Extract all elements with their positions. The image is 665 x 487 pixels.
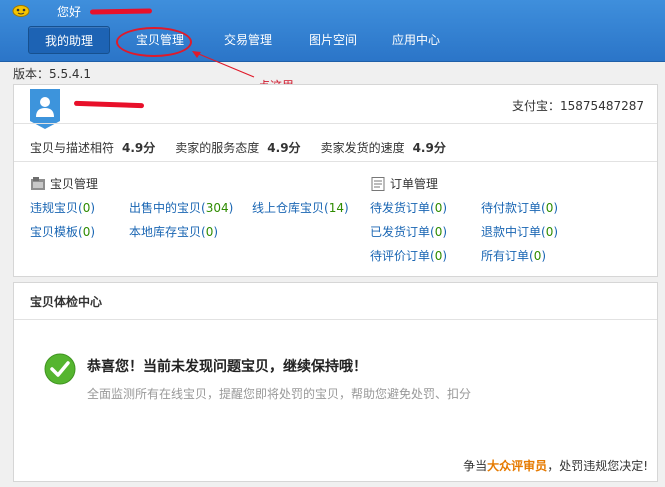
rating-description-match: 宝贝与描述相符 4.9分	[30, 141, 156, 155]
alipay-account: 支付宝：15875487287	[512, 99, 644, 113]
version-label: 版本：5.5.4.1	[13, 67, 91, 81]
monitoring-description: 全面监测所有在线宝贝，提醒您即将处罚的宝贝，帮助您避免处罚、扣分	[87, 387, 472, 401]
divider	[14, 319, 657, 320]
health-center-title: 宝贝体检中心	[30, 295, 103, 309]
link-local-stock-items[interactable]: 本地库存宝贝(0)	[129, 223, 218, 240]
rating-shipping-speed: 卖家发货的速度 4.9分	[320, 141, 446, 155]
annotation-circle	[116, 27, 192, 57]
reviewer-invite: 争当大众评审员，处罚违规您决定!	[463, 459, 648, 473]
link-warehouse-items[interactable]: 线上仓库宝贝(14)	[252, 199, 349, 216]
divider	[14, 123, 657, 124]
item-health-panel: 宝贝体检中心 恭喜您！当前未发现问题宝贝，继续保持哦！ 全面监测所有在线宝贝，提…	[13, 282, 658, 482]
link-item-templates[interactable]: 宝贝模板(0)	[30, 223, 95, 240]
congrats-message: 恭喜您！当前未发现问题宝贝，继续保持哦！	[87, 359, 367, 375]
public-reviewer-link[interactable]: 大众评审员	[487, 459, 547, 473]
link-orders-to-ship[interactable]: 待发货订单(0)	[370, 199, 447, 216]
username-redaction	[89, 8, 153, 15]
item-folder-icon	[31, 176, 45, 190]
link-all-orders[interactable]: 所有订单(0)	[481, 247, 546, 264]
seller-overview-panel: 支付宝：15875487287 宝贝与描述相符 4.9分 卖家的服务态度 4.9分 …	[13, 84, 658, 277]
top-bar: 您好 我的助理 宝贝管理 交易管理 图片空间 应用中心	[0, 0, 665, 62]
nav-tab-image-space[interactable]: 图片空间	[286, 26, 380, 54]
link-violation-items[interactable]: 违规宝贝(0)	[30, 199, 95, 216]
order-document-icon	[371, 176, 385, 191]
link-orders-to-review[interactable]: 待评价订单(0)	[370, 247, 447, 264]
link-orders-awaiting-payment[interactable]: 待付款订单(0)	[481, 199, 558, 216]
logo-icon	[12, 5, 30, 17]
annotation-arrow-icon	[192, 51, 255, 78]
shop-ratings: 宝贝与描述相符 4.9分 卖家的服务态度 4.9分 卖家发货的速度 4.9分	[30, 139, 466, 156]
item-management-title: 宝贝管理	[30, 175, 98, 192]
rating-service-attitude: 卖家的服务态度 4.9分	[175, 141, 301, 155]
link-orders-refunding[interactable]: 退款中订单(0)	[481, 223, 558, 240]
seller-name-redaction	[73, 100, 145, 109]
link-orders-shipped[interactable]: 已发货订单(0)	[370, 223, 447, 240]
greeting-text: 您好	[57, 5, 82, 19]
check-circle-icon	[44, 353, 76, 385]
nav-tab-app-center[interactable]: 应用中心	[380, 26, 452, 54]
nav-tab-assistant[interactable]: 我的助理	[28, 26, 110, 54]
divider	[14, 161, 657, 162]
order-management-title: 订单管理	[370, 175, 438, 192]
link-items-on-sale[interactable]: 出售中的宝贝(304)	[129, 199, 233, 216]
